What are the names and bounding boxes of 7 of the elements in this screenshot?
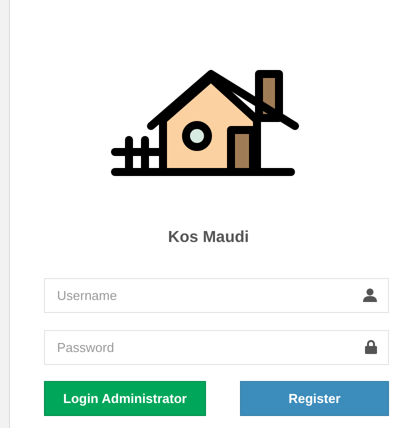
username-field[interactable]: Username <box>44 278 389 313</box>
user-icon <box>363 288 377 302</box>
register-button[interactable]: Register <box>240 381 389 416</box>
password-field[interactable]: Password <box>44 330 389 365</box>
lock-icon <box>365 340 377 354</box>
app-title: Kos Maudi <box>168 228 249 248</box>
login-button[interactable]: Login Administrator <box>44 381 206 416</box>
